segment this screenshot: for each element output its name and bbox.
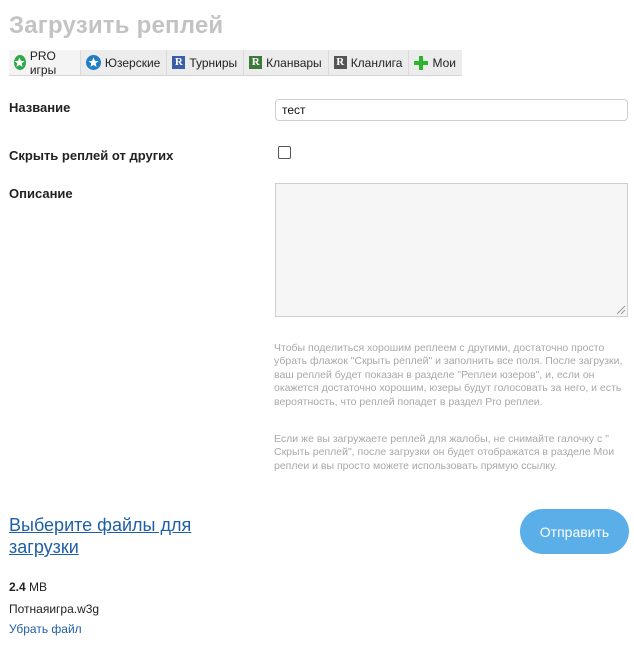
submit-button[interactable]: Отправить: [520, 509, 629, 554]
r-icon: R: [172, 56, 186, 69]
hint-complaint: Если же вы загружаете реплей для жалобы,…: [274, 433, 615, 472]
remove-file-link[interactable]: Убрать файл: [9, 622, 82, 636]
tab-my-replays[interactable]: Мои: [409, 50, 462, 75]
tab-clanleague[interactable]: R Кланлига: [329, 50, 410, 75]
blue-star-icon: [85, 55, 101, 70]
tab-pro-games[interactable]: PRO игры: [9, 48, 81, 77]
choose-files-link[interactable]: Выберите файлы для загрузки: [9, 514, 219, 558]
file-size-unit: MB: [29, 580, 48, 594]
resize-grip-icon[interactable]: [616, 305, 626, 315]
hint-public: Чтобы поделиться хорошим реплеем с други…: [274, 342, 623, 408]
description-label: Описание: [9, 186, 73, 201]
file-size: 2.4 MB: [9, 580, 47, 594]
tab-user-replays[interactable]: Юзерские: [81, 50, 168, 75]
tab-label: Мои: [432, 55, 456, 70]
green-star-icon: [14, 55, 26, 70]
file-name: Потнаяигра.w3g: [9, 602, 100, 616]
tab-label: Кланвары: [266, 55, 322, 70]
hide-replay-label: Скрыть реплей от других: [9, 148, 174, 163]
hide-replay-checkbox[interactable]: [278, 146, 291, 159]
tab-label: Юзерские: [104, 55, 161, 70]
r-icon: R: [333, 56, 347, 69]
description-field[interactable]: [275, 183, 628, 317]
tab-label: PRO игры: [29, 48, 57, 77]
r-icon: R: [249, 56, 263, 69]
replay-tabs: PRO игры Юзерские R Турниры R Кланвары R…: [9, 48, 462, 77]
tab-tournaments[interactable]: R Турниры: [167, 50, 245, 75]
tab-label: Турниры: [189, 55, 238, 70]
name-field[interactable]: [275, 99, 628, 121]
tab-label: Кланлига: [350, 55, 403, 70]
tab-clanwars[interactable]: R Кланвары: [244, 50, 329, 75]
page-title: Загрузить реплей: [9, 12, 224, 39]
plus-icon: [414, 55, 429, 70]
file-size-value: 2.4: [9, 580, 26, 594]
name-label: Название: [9, 100, 71, 115]
